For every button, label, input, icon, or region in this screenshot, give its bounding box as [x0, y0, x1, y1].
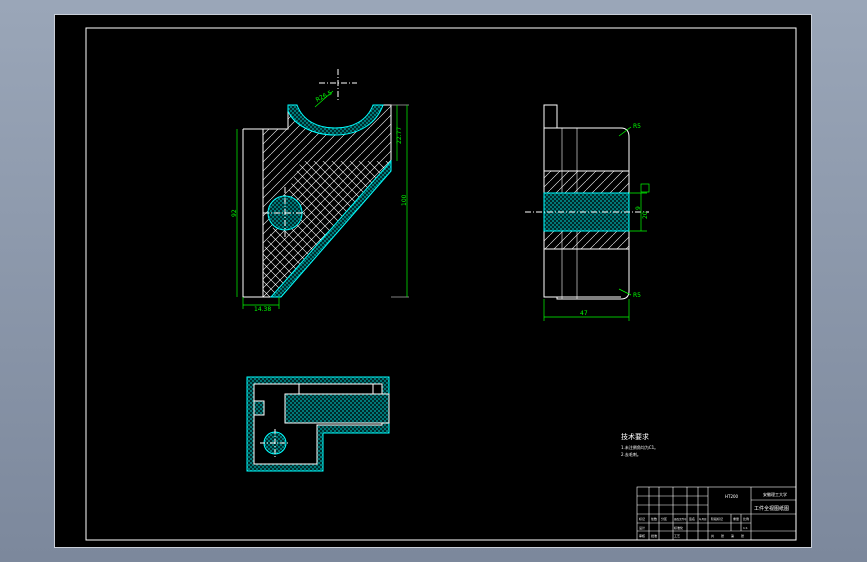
tb-cell: 工艺 [674, 533, 680, 538]
drawing-border [85, 27, 797, 541]
top-slot [284, 393, 390, 424]
notes-heading: 技术要求 [621, 432, 649, 441]
dim-right-upper: 22.77 [396, 127, 403, 144]
tb-cell: 年月日 [699, 517, 707, 521]
label-top-radius: R5 [633, 123, 641, 130]
tb-cell: 批准 [651, 533, 657, 538]
tb-cell: 签名 [689, 516, 695, 521]
tb-school: 安徽理工大学 [763, 491, 787, 497]
tb-cell: 标准化 [674, 525, 683, 530]
tb-drawing-name: 工件全视图纸图 [754, 505, 789, 512]
tb-cell: 审核 [639, 533, 645, 538]
label-bottom-radius: R5 [633, 292, 641, 299]
tb-cell: 更改文件号 [674, 517, 687, 521]
tb-cell: 阶段标记 [711, 516, 723, 521]
side-hatch-top [543, 170, 630, 194]
drawing-viewport[interactable]: R26.5 22.77 100 92 14.38 R5 R5 9 20 47 技… [54, 14, 812, 548]
notes-line2: 2.去毛刺。 [621, 451, 641, 457]
cad-drawing: R26.5 22.77 100 92 14.38 R5 R5 9 20 47 技… [85, 27, 797, 541]
top-view[interactable] [246, 376, 390, 472]
tb-cell: 比例 [743, 516, 749, 521]
tb-cell: 标记 [639, 516, 645, 521]
tb-cell: 共 [711, 533, 714, 538]
dim-top-arc: R26.5 [315, 89, 334, 103]
front-view[interactable] [242, 69, 409, 298]
dim-hole-b: 20 [642, 211, 649, 219]
tb-cell: 重量 [733, 516, 739, 521]
tb-cell: 张 [721, 533, 724, 538]
side-hatch-bottom [543, 230, 630, 250]
technical-notes: 技术要求 1.未注倒角均为C1。 2.去毛刺。 [621, 432, 658, 457]
top-notch [253, 400, 265, 416]
dim-hole-a: 9 [635, 206, 642, 210]
tb-cell: 分区 [661, 516, 667, 521]
tb-material: HT200 [725, 494, 739, 499]
dim-right-total: 100 [401, 194, 408, 206]
side-view[interactable] [525, 104, 649, 300]
tb-cell: 处数 [651, 516, 657, 521]
dim-width: 47 [580, 310, 588, 317]
tb-cell: 第 [731, 533, 734, 538]
tb-cell: 设计 [639, 525, 645, 530]
tb-cell: 张 [741, 533, 744, 538]
tb-cell: 1:1 [743, 526, 748, 530]
notes-line1: 1.未注倒角均为C1。 [621, 444, 658, 450]
dim-left-height: 92 [231, 209, 238, 217]
dim-bottom: 14.38 [254, 306, 271, 313]
